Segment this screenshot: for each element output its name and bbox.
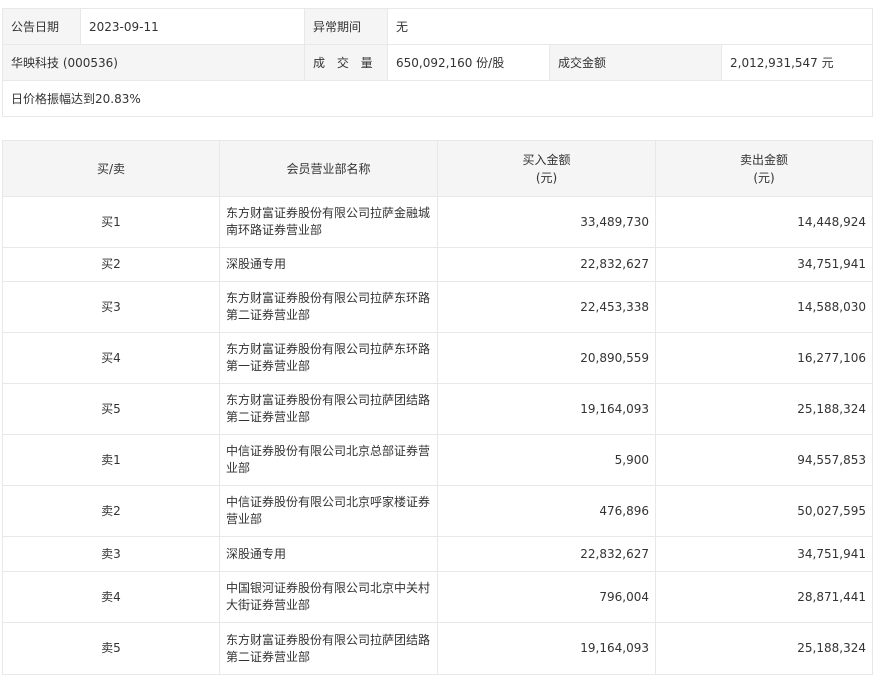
table-row: 买1 东方财富证券股份有限公司拉萨金融城南环路证券营业部 33,489,730 14,… <box>2 196 873 248</box>
table-row: 买5 东方财富证券股份有限公司拉萨团结路第二证券营业部 19,164,093 25,1… <box>2 383 873 435</box>
row-side: 卖2 <box>2 485 220 537</box>
row-sell-amount: 25,188,324 <box>655 383 873 435</box>
table-row: 卖2 中信证券股份有限公司北京呼家楼证券营业部 476,896 50,027,595 <box>2 485 873 537</box>
row-side: 买2 <box>2 247 220 282</box>
row-buy-amount: 22,832,627 <box>437 536 656 572</box>
volume-value: 650,092,160 份/股 <box>387 44 550 81</box>
row-side: 买3 <box>2 281 220 333</box>
row-dept-name: 东方财富证券股份有限公司拉萨团结路第二证券营业部 <box>219 383 438 435</box>
row-dept-name: 东方财富证券股份有限公司拉萨东环路第二证券营业部 <box>219 281 438 333</box>
announcement-info-table: 公告日期 2023-09-11 异常期间 无 华映科技 (000536) 成 交… <box>2 8 873 117</box>
row-side: 卖5 <box>2 622 220 675</box>
header-buy-title: 买入金额 <box>522 152 571 167</box>
row-sell-amount: 14,448,924 <box>655 196 873 248</box>
row-sell-amount: 14,588,030 <box>655 281 873 333</box>
row-buy-amount: 19,164,093 <box>437 383 656 435</box>
row-sell-amount: 94,557,853 <box>655 434 873 486</box>
header-dept: 会员营业部名称 <box>219 140 438 197</box>
table-row: 卖5 东方财富证券股份有限公司拉萨团结路第二证券营业部 19,164,093 25,1… <box>2 622 873 675</box>
row-buy-amount: 5,900 <box>437 434 656 486</box>
header-sell: 卖出金额 (元) <box>655 140 873 197</box>
table-row: 卖4 中国银河证券股份有限公司北京中关村大街证券营业部 796,004 28,871,… <box>2 571 873 623</box>
row-side: 买4 <box>2 332 220 384</box>
table-row: 卖1 中信证券股份有限公司北京总部证券营业部 5,900 94,557,853 <box>2 434 873 486</box>
header-sell-unit: (元) <box>753 170 775 185</box>
reason-text: 日价格振幅达到20.83% <box>2 80 873 117</box>
amount-value: 2,012,931,547 元 <box>721 44 873 81</box>
table-row: 买3 东方财富证券股份有限公司拉萨东环路第二证券营业部 22,453,338 14,5… <box>2 281 873 333</box>
header-buy-unit: (元) <box>535 170 558 185</box>
row-buy-amount: 22,453,338 <box>437 281 656 333</box>
row-sell-amount: 34,751,941 <box>655 247 873 282</box>
row-dept-name: 东方财富证券股份有限公司拉萨团结路第二证券营业部 <box>219 622 438 675</box>
row-buy-amount: 33,489,730 <box>437 196 656 248</box>
row-buy-amount: 19,164,093 <box>437 622 656 675</box>
amount-label: 成交金额 <box>549 44 722 81</box>
row-side: 卖1 <box>2 434 220 486</box>
volume-label: 成 交 量 <box>304 44 388 81</box>
row-buy-amount: 20,890,559 <box>437 332 656 384</box>
row-dept-name: 东方财富证券股份有限公司拉萨东环路第一证券营业部 <box>219 332 438 384</box>
date-label: 公告日期 <box>2 8 81 45</box>
header-side: 买/卖 <box>2 140 220 197</box>
row-dept-name: 深股通专用 <box>219 536 438 572</box>
row-buy-amount: 796,004 <box>437 571 656 623</box>
row-side: 卖4 <box>2 571 220 623</box>
table-row: 买2 深股通专用 22,832,627 34,751,941 <box>2 247 873 282</box>
row-sell-amount: 50,027,595 <box>655 485 873 537</box>
table-row: 买4 东方财富证券股份有限公司拉萨东环路第一证券营业部 20,890,559 16,2… <box>2 332 873 384</box>
table-row: 卖3 深股通专用 22,832,627 34,751,941 <box>2 536 873 572</box>
header-buy: 买入金额 (元) <box>437 140 656 197</box>
row-side: 买1 <box>2 196 220 248</box>
row-side: 买5 <box>2 383 220 435</box>
trading-seats-table: 买/卖 会员营业部名称 买入金额 (元) 卖出金额 (元) 买1 东方财富证券股份有限… <box>2 140 873 675</box>
row-sell-amount: 28,871,441 <box>655 571 873 623</box>
header-sell-title: 卖出金额 <box>739 152 788 167</box>
row-dept-name: 中信证券股份有限公司北京呼家楼证券营业部 <box>219 485 438 537</box>
date-value: 2023-09-11 <box>80 8 305 45</box>
row-side: 卖3 <box>2 536 220 572</box>
stock-name: 华映科技 (000536) <box>2 44 305 81</box>
row-dept-name: 中信证券股份有限公司北京总部证券营业部 <box>219 434 438 486</box>
row-dept-name: 深股通专用 <box>219 247 438 282</box>
row-dept-name: 中国银河证券股份有限公司北京中关村大街证券营业部 <box>219 571 438 623</box>
row-sell-amount: 16,277,106 <box>655 332 873 384</box>
row-sell-amount: 34,751,941 <box>655 536 873 572</box>
row-dept-name: 东方财富证券股份有限公司拉萨金融城南环路证券营业部 <box>219 196 438 248</box>
row-sell-amount: 25,188,324 <box>655 622 873 675</box>
period-label: 异常期间 <box>304 8 388 45</box>
table-header-row: 买/卖 会员营业部名称 买入金额 (元) 卖出金额 (元) <box>2 140 873 197</box>
row-buy-amount: 22,832,627 <box>437 247 656 282</box>
period-value: 无 <box>387 8 873 45</box>
row-buy-amount: 476,896 <box>437 485 656 537</box>
